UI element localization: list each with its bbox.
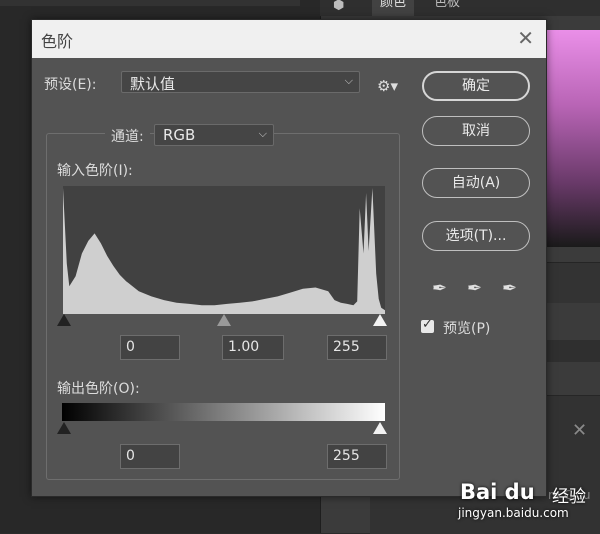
preset-dropdown[interactable]: 默认值 ⌵ (121, 71, 360, 93)
channel-dropdown[interactable]: RGB ⌵ (154, 124, 274, 146)
histogram-chart (63, 186, 385, 314)
gear-icon[interactable]: ⚙▾ (377, 77, 398, 95)
close-icon[interactable]: ✕ (572, 420, 587, 441)
color-gradient-preview (545, 30, 600, 247)
options-button[interactable]: 选项(T)... (422, 221, 530, 251)
cube-icon[interactable]: ⬢ (333, 0, 353, 16)
watermark-url: jingyan.baidu.com (458, 506, 569, 520)
baidu-watermark: Bai du 经验 jingyan.baidu.com (458, 470, 600, 530)
preview-label: 预览(P) (443, 321, 491, 337)
ok-button[interactable]: 确定 (422, 71, 530, 101)
checkmark-icon: ✓ (422, 317, 433, 332)
cancel-button[interactable]: 取消 (422, 116, 530, 146)
channel-label: 通道: (105, 126, 150, 146)
auto-button[interactable]: 自动(A) (422, 168, 530, 198)
top-strip (0, 0, 300, 6)
preset-value: 默认值 (130, 75, 176, 93)
levels-dialog: 色阶 ✕ 预设(E): 默认值 ⌵ ⚙▾ 确定 取消 自动(A) 选项(T)..… (31, 19, 547, 497)
watermark-logo: Bai du (460, 480, 535, 504)
output-white-field[interactable]: 255 (327, 444, 387, 469)
tab-color[interactable]: 颜色 (372, 0, 415, 16)
output-black-slider[interactable] (57, 422, 71, 434)
channel-value: RGB (163, 126, 196, 144)
output-gradient-bar (62, 403, 385, 421)
output-levels-label: 输出色阶(O): (57, 381, 140, 397)
watermark-brand: 经验 (552, 487, 586, 507)
chevron-down-icon: ⌵ (344, 74, 353, 87)
eyedropper-white-icon[interactable]: ✒ (502, 278, 517, 299)
eyedropper-gray-icon[interactable]: ✒ (467, 278, 482, 299)
input-gamma-slider[interactable] (217, 314, 231, 326)
input-black-field[interactable]: 0 (120, 335, 180, 360)
dialog-titlebar[interactable]: 色阶 ✕ (32, 20, 546, 58)
panel-section (545, 262, 600, 303)
input-white-slider[interactable] (373, 314, 387, 326)
eyedropper-black-icon[interactable]: ✒ (432, 278, 447, 299)
close-icon[interactable]: ✕ (517, 26, 534, 50)
dialog-title: 色阶 (41, 32, 74, 51)
input-gamma-field[interactable]: 1.00 (222, 335, 284, 360)
tab-swatches[interactable]: 色板 (426, 0, 468, 16)
preset-label: 预设(E): (44, 77, 97, 93)
output-black-field[interactable]: 0 (120, 444, 180, 469)
output-white-slider[interactable] (373, 422, 387, 434)
input-black-slider[interactable] (57, 314, 71, 326)
chevron-down-icon: ⌵ (258, 127, 267, 140)
input-white-field[interactable]: 255 (327, 335, 387, 360)
input-levels-label: 输入色阶(I): (57, 163, 133, 179)
panel-section (545, 340, 600, 362)
